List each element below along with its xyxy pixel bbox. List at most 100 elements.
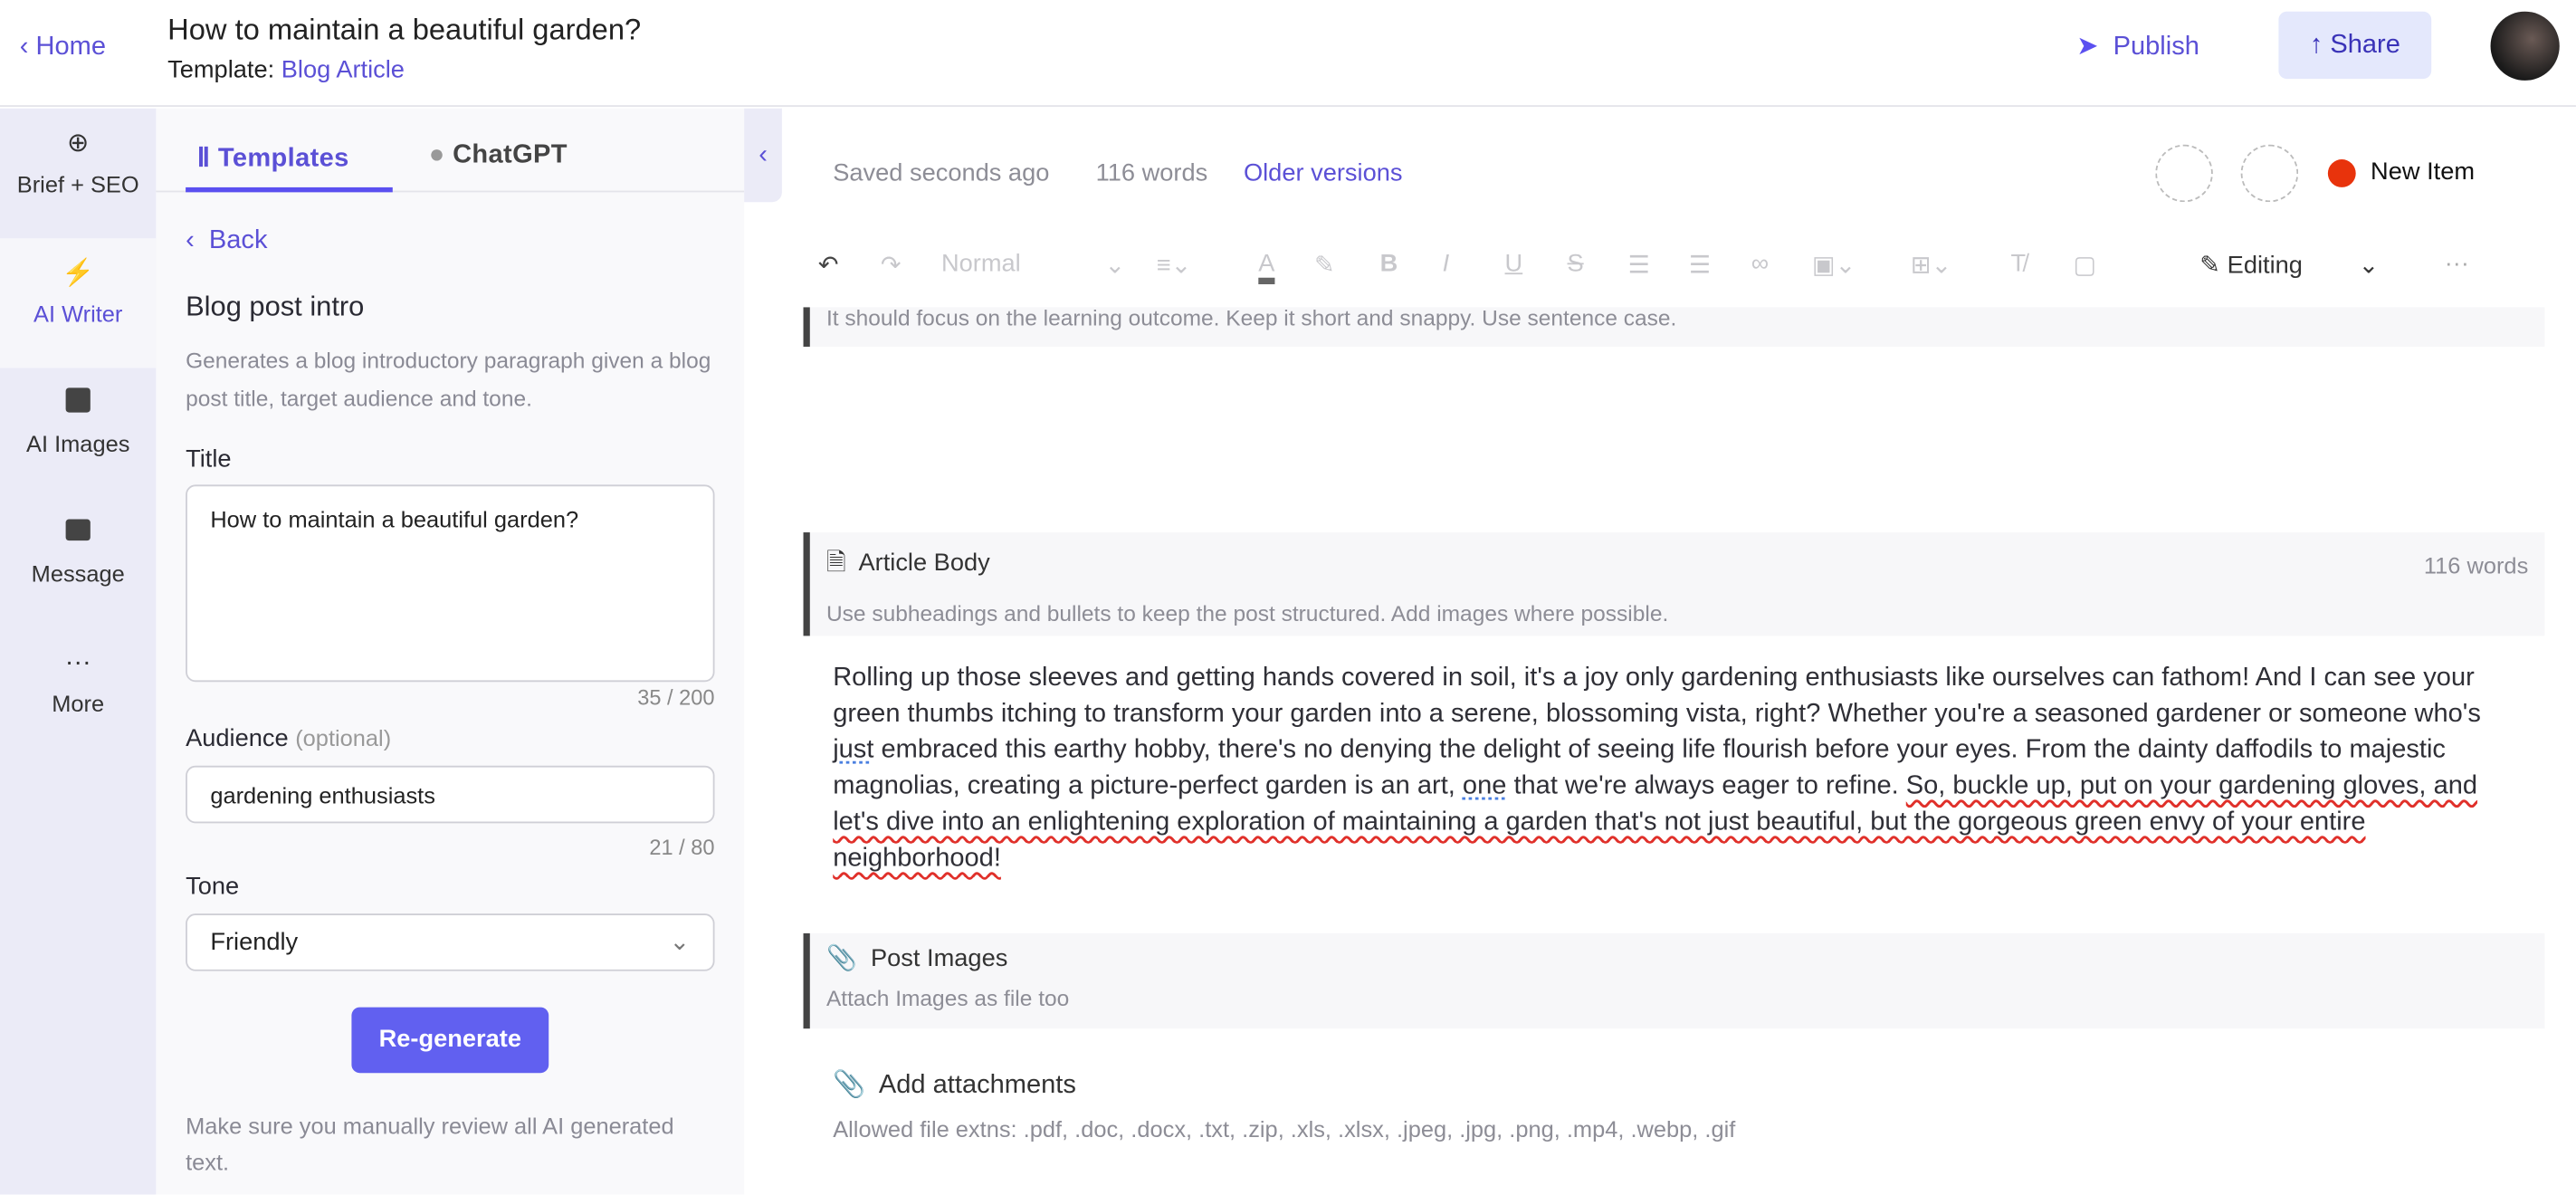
- rail-label: Brief + SEO: [16, 170, 139, 197]
- strikethrough-icon[interactable]: S: [1568, 250, 1584, 278]
- template-title: Blog post intro: [186, 291, 365, 322]
- review-note: Make sure you manually review all AI gen…: [186, 1112, 674, 1175]
- underline-icon[interactable]: U: [1505, 250, 1523, 278]
- save-status: Saved seconds ago: [833, 159, 1050, 187]
- body-text-1: Rolling up those sleeves and getting han…: [833, 664, 2481, 729]
- add-attachments-button[interactable]: 📎 Add attachments: [833, 1068, 1076, 1101]
- send-icon: ➤: [2076, 33, 2099, 62]
- rail-item-more[interactable]: ··· More: [0, 627, 156, 757]
- rail-label: AI Writer: [33, 301, 123, 328]
- lightning-icon: ⚡: [62, 259, 95, 288]
- tab-chatgpt[interactable]: ● ChatGPT: [429, 141, 568, 171]
- add-attachments-label: Add attachments: [878, 1071, 1076, 1100]
- paperclip-icon: 📎: [825, 944, 857, 973]
- editing-mode-select[interactable]: ✎ Editing ⌄: [2199, 250, 2379, 280]
- audience-label-text: Audience: [186, 724, 289, 753]
- home-link[interactable]: ‹ Home: [20, 33, 106, 62]
- italic-icon[interactable]: I: [1443, 250, 1450, 278]
- bullet-list-icon[interactable]: ☰: [1628, 250, 1650, 280]
- table-icon[interactable]: ⊞⌄: [1911, 250, 1952, 280]
- editor-area: Saved seconds ago 116 words Older versio…: [781, 108, 2576, 1195]
- share-button[interactable]: ↑ Share: [2278, 11, 2432, 80]
- status-dot: [2327, 159, 2356, 187]
- audience-count: 21 / 80: [649, 835, 715, 860]
- undo-icon[interactable]: ↶: [818, 250, 839, 280]
- align-icon[interactable]: ≡⌄: [1157, 250, 1192, 280]
- avatar[interactable]: [2490, 11, 2560, 81]
- template-info: Template: Blog Article: [167, 56, 405, 84]
- rail-item-message[interactable]: Message: [0, 498, 156, 627]
- bold-icon[interactable]: B: [1380, 250, 1398, 278]
- article-body-title-text: Article Body: [858, 549, 990, 578]
- ai-writer-panel: Ⅱ Templates ● ChatGPT ‹ Back Blog post i…: [156, 108, 745, 1195]
- back-label: Back: [208, 226, 268, 255]
- numbered-list-icon[interactable]: ☰: [1689, 250, 1711, 280]
- chevron-left-icon: ‹: [19, 33, 36, 62]
- icon-rail: ⊕ Brief + SEO ⚡ AI Writer AI Images Messag…: [0, 108, 157, 1195]
- comment-icon[interactable]: ▢: [2074, 250, 2097, 280]
- format-select[interactable]: Normal ⌄: [940, 249, 1125, 280]
- body-text-3: that we're always eager to refine.: [1506, 772, 1906, 800]
- audience-input[interactable]: gardening enthusiasts: [186, 765, 715, 824]
- publish-button[interactable]: ➤ Publish: [2076, 30, 2199, 62]
- share-label: Share: [2330, 31, 2400, 60]
- document-icon: 🗎: [825, 549, 846, 578]
- post-images-block: 📎 Post Images Attach Images as file too: [803, 932, 2545, 1029]
- highlight-icon[interactable]: ✎: [1314, 250, 1335, 280]
- collapse-panel-button[interactable]: ‹: [744, 108, 782, 203]
- rail-label: Message: [31, 559, 125, 587]
- chevron-left-icon: ‹: [186, 226, 209, 255]
- article-body-hint: Use subheadings and bullets to keep the …: [825, 601, 1669, 626]
- rail-item-ai-images[interactable]: AI Images: [0, 368, 156, 498]
- link-icon[interactable]: ∞: [1751, 250, 1769, 278]
- tab-templates[interactable]: Ⅱ Templates: [197, 141, 349, 174]
- more-options-icon[interactable]: ···: [2445, 250, 2469, 278]
- title-label: Title: [186, 445, 232, 473]
- intro-hint: It should focus on the learning outcome.…: [825, 305, 1677, 330]
- chat-bubbles-icon: ●: [428, 141, 445, 169]
- image-insert-icon[interactable]: ▣⌄: [1812, 250, 1856, 280]
- home-label: Home: [35, 33, 107, 62]
- post-images-hint: Attach Images as file too: [825, 986, 1070, 1011]
- grammar-flag[interactable]: one: [1463, 772, 1506, 800]
- format-value: Normal: [940, 249, 1021, 278]
- page-title: How to maintain a beautiful garden?: [167, 13, 642, 46]
- chevron-down-icon: ⌄: [2358, 251, 2380, 280]
- redo-icon[interactable]: ↷: [881, 250, 902, 280]
- intro-hint-block: It should focus on the learning outcome.…: [803, 305, 2545, 347]
- article-body-header: 🗎 Article Body Use subheadings and bulle…: [803, 532, 2545, 636]
- template-description: Generates a blog introductory paragraph …: [186, 348, 711, 411]
- text-color-icon[interactable]: A: [1258, 250, 1275, 284]
- older-versions-link[interactable]: Older versions: [1244, 159, 1403, 187]
- template-prefix: Template:: [167, 55, 275, 84]
- template-link[interactable]: Blog Article: [281, 56, 405, 84]
- rail-label: More: [52, 690, 105, 717]
- back-button[interactable]: ‹ Back: [186, 226, 267, 256]
- top-header: ‹ Home How to maintain a beautiful garde…: [0, 0, 2576, 107]
- image-icon: [62, 387, 94, 420]
- rail-item-brief-seo[interactable]: ⊕ Brief + SEO: [0, 109, 156, 238]
- message-icon: [62, 518, 94, 550]
- title-textarea[interactable]: How to maintain a beautiful garden?: [186, 484, 715, 683]
- books-icon: Ⅱ: [196, 144, 211, 173]
- chevron-left-icon: ‹: [758, 141, 768, 169]
- rail-item-ai-writer[interactable]: ⚡ AI Writer: [0, 238, 157, 368]
- allowed-extensions: Allowed file extns: .pdf, .doc, .docx, .…: [833, 1115, 1736, 1142]
- publish-label: Publish: [2113, 33, 2199, 62]
- article-body-word-count: 116 words: [2423, 551, 2529, 578]
- tone-label: Tone: [186, 872, 240, 901]
- article-body-title: 🗎 Article Body: [826, 546, 2528, 587]
- tab-label: ChatGPT: [453, 141, 568, 169]
- tone-select[interactable]: Friendly ⌄: [186, 913, 715, 971]
- tone-value: Friendly: [210, 928, 299, 957]
- article-body-text[interactable]: Rolling up those sleeves and getting han…: [833, 661, 2508, 878]
- due-date-icon[interactable]: [2240, 144, 2299, 203]
- status-label[interactable]: New Item: [2371, 158, 2475, 186]
- regenerate-button[interactable]: Re-generate: [351, 1007, 549, 1074]
- clear-format-icon[interactable]: T̸: [2011, 250, 2027, 278]
- grammar-flag[interactable]: just: [833, 736, 873, 764]
- paperclip-icon: 📎: [833, 1071, 866, 1100]
- chevron-down-icon: ⌄: [669, 928, 691, 957]
- add-assignee-icon[interactable]: [2155, 144, 2213, 203]
- optional-tag: (optional): [295, 724, 392, 751]
